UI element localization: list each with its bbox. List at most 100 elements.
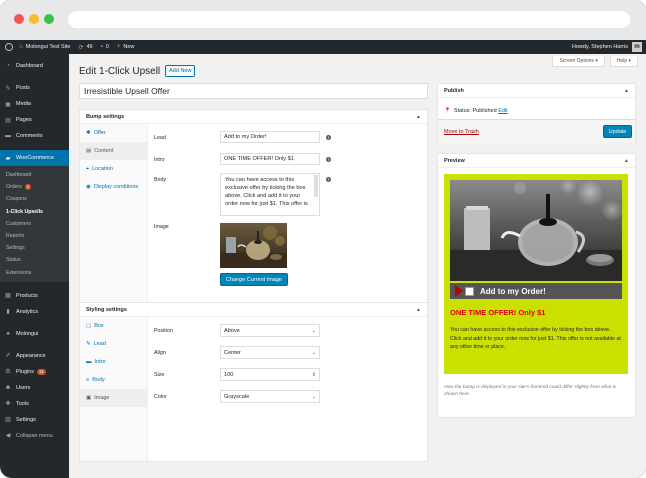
- minimize-window-dot[interactable]: [29, 14, 39, 24]
- sidebar-item-pages[interactable]: ▤ Pages: [0, 112, 69, 128]
- submenu-item-extensions[interactable]: Extensions: [0, 267, 69, 279]
- tab-display-conditions[interactable]: ◉ Display conditions: [80, 178, 147, 196]
- wordpress-logo-icon[interactable]: [5, 43, 13, 51]
- sidebar-item-settings[interactable]: ▥ Settings: [0, 412, 69, 428]
- move-to-trash-link[interactable]: Move to Trash: [444, 129, 479, 135]
- sidebar-item-tools[interactable]: ✚ Tools: [0, 396, 69, 412]
- bump-preview-image: [450, 180, 622, 281]
- styling-settings-tabs: ▢ Box ✎ Lead ▬ Intro ≡ Body ▣ Image: [80, 317, 148, 461]
- sidebar-item-comments[interactable]: ▬ Comments: [0, 128, 69, 144]
- close-window-dot[interactable]: [14, 14, 24, 24]
- publish-header[interactable]: Publish ▲: [438, 84, 635, 98]
- plugins-count-badge: 11: [37, 368, 46, 375]
- bump-lead-bar[interactable]: Add to my Order!: [450, 283, 622, 299]
- browser-window: ⌂ Molongui Test Site ⟳ 49 ▪ 0 + New Howd…: [0, 0, 646, 478]
- image-thumbnail: [220, 223, 287, 268]
- intro-input[interactable]: ONE TIME OFFER! Only $1: [220, 153, 320, 165]
- bump-settings-header[interactable]: Bump settings ▲: [80, 110, 427, 124]
- help-icon[interactable]: ?: [326, 135, 331, 140]
- body-label: Body: [154, 177, 167, 183]
- address-bar[interactable]: [68, 11, 630, 28]
- sidebar-item-plugins[interactable]: ⚙ Plugins 11: [0, 364, 69, 380]
- display-icon: ◉: [86, 184, 91, 190]
- body-text: You can have access to this exclusive of…: [225, 177, 308, 207]
- styling-settings-header[interactable]: Styling settings ▲: [80, 303, 427, 317]
- comment-icon: ▪: [100, 44, 103, 50]
- lead-label: Lead: [154, 135, 166, 141]
- sidebar-item-media[interactable]: ▣ Media: [0, 96, 69, 112]
- submenu-item-dashboard[interactable]: Dashboard: [0, 169, 69, 181]
- update-button[interactable]: Update: [603, 125, 632, 138]
- lead-icon: ✎: [86, 341, 91, 347]
- add-new-button[interactable]: Add New: [165, 65, 196, 77]
- chevron-down-icon[interactable]: ⌄: [312, 394, 316, 400]
- collapse-toggle-icon[interactable]: ▲: [624, 88, 629, 94]
- align-select[interactable]: Center ⌄: [220, 346, 320, 359]
- sidebar-item-molongui[interactable]: ● Molongui: [0, 326, 69, 342]
- tab-image[interactable]: ▣ Image: [80, 389, 147, 407]
- align-label: Align: [154, 350, 166, 356]
- woocommerce-submenu: Dashboard Orders 2 Coupons 1-Click Upsell…: [0, 166, 69, 282]
- lead-input[interactable]: Add to my Order!: [220, 131, 320, 143]
- tab-box[interactable]: ▢ Box: [80, 317, 147, 335]
- teapot-image: [220, 223, 287, 268]
- sidebar-item-products[interactable]: ▦ Products: [0, 288, 69, 304]
- sidebar-item-appearance[interactable]: ✐ Appearance: [0, 348, 69, 364]
- edit-status-link[interactable]: Edit: [498, 108, 507, 114]
- offer-icon: ✱: [86, 130, 91, 136]
- change-image-button[interactable]: Change Current Image: [220, 273, 288, 286]
- submenu-item-upsells[interactable]: 1-Click Upsells: [0, 206, 69, 218]
- account-greeting[interactable]: Howdy, Stephen Harris: [572, 44, 628, 50]
- tab-location[interactable]: ⌖ Location: [80, 160, 147, 178]
- updates-link[interactable]: ⟳ 49: [78, 44, 92, 51]
- size-stepper[interactable]: 100 ⇕: [220, 368, 320, 381]
- sidebar-item-posts[interactable]: ✎ Posts: [0, 80, 69, 96]
- maximize-window-dot[interactable]: [44, 14, 54, 24]
- position-select[interactable]: Above ⌄: [220, 324, 320, 337]
- size-label: Size: [154, 372, 165, 378]
- tab-content[interactable]: ▤ Content: [80, 142, 147, 160]
- submenu-item-reports[interactable]: Reports: [0, 230, 69, 242]
- help-icon[interactable]: ?: [326, 177, 331, 182]
- tab-lead[interactable]: ✎ Lead: [80, 335, 147, 353]
- media-icon: ▣: [5, 101, 11, 108]
- tab-body[interactable]: ≡ Body: [80, 371, 147, 389]
- new-content-link[interactable]: + New: [117, 44, 135, 50]
- box-icon: ▢: [86, 323, 92, 329]
- collapse-toggle-icon[interactable]: ▲: [416, 114, 421, 120]
- tab-offer[interactable]: ✱ Offer: [80, 124, 147, 142]
- screen-options-button[interactable]: Screen Options ▾: [552, 56, 605, 67]
- avatar[interactable]: m: [632, 42, 642, 52]
- sidebar-item-woocommerce[interactable]: ▰ WooCommerce: [0, 150, 69, 166]
- body-textarea[interactable]: You can have access to this exclusive of…: [220, 173, 320, 216]
- submenu-item-orders[interactable]: Orders 2: [0, 181, 69, 193]
- add-to-order-checkbox[interactable]: [465, 286, 474, 296]
- help-button[interactable]: Help ▾: [609, 56, 638, 67]
- help-icon[interactable]: ?: [326, 157, 331, 162]
- collapse-icon: ◀: [5, 433, 11, 440]
- comments-link[interactable]: ▪ 0: [101, 44, 109, 50]
- site-name-link[interactable]: ⌂ Molongui Test Site: [19, 44, 70, 50]
- main-content: Screen Options ▾ Help ▾ Edit 1-Click Ups…: [69, 54, 646, 478]
- submenu-item-settings[interactable]: Settings: [0, 242, 69, 254]
- body-icon: ≡: [86, 377, 90, 383]
- submenu-item-status[interactable]: Status: [0, 254, 69, 266]
- submenu-item-customers[interactable]: Customers: [0, 218, 69, 230]
- post-title-input[interactable]: Irresistible Upsell Offer: [79, 83, 428, 99]
- sidebar-item-dashboard[interactable]: ◔ Dashboard: [0, 58, 69, 74]
- sidebar-item-users[interactable]: ☻ Users: [0, 380, 69, 396]
- collapse-toggle-icon[interactable]: ▲: [416, 307, 421, 313]
- collapse-toggle-icon[interactable]: ▲: [624, 158, 629, 164]
- sidebar-item-collapse[interactable]: ◀ Collapse menu: [0, 428, 69, 444]
- color-label: Color: [154, 394, 167, 400]
- stepper-arrows-icon[interactable]: ⇕: [312, 372, 316, 378]
- browser-chrome: [0, 0, 646, 40]
- tab-intro[interactable]: ▬ Intro: [80, 353, 147, 371]
- preview-header[interactable]: Preview ▲: [438, 154, 635, 168]
- submenu-item-coupons[interactable]: Coupons: [0, 193, 69, 205]
- position-label: Position: [154, 328, 173, 334]
- textarea-scrollbar[interactable]: [314, 175, 318, 197]
- sidebar-item-analytics[interactable]: ▮ Analytics: [0, 304, 69, 320]
- preview-note: How the bump is displayed in your site's…: [444, 385, 617, 397]
- color-select[interactable]: Grayscale ⌄: [220, 390, 320, 403]
